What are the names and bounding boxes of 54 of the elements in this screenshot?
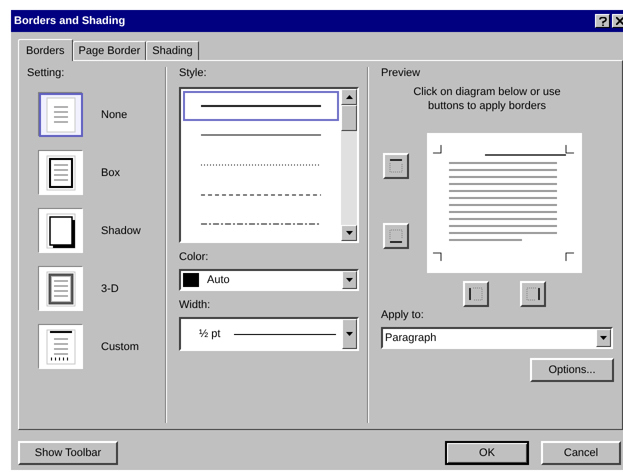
color-label: Color: (179, 251, 210, 265)
setting-label-text: Shadow (101, 225, 141, 237)
up-arrow-icon (346, 95, 352, 99)
bottom-border-button[interactable] (383, 223, 409, 249)
scrollbar[interactable] (341, 89, 357, 241)
right-border-button[interactable] (520, 281, 546, 307)
down-arrow-icon (600, 336, 607, 340)
line-sample-icon (201, 133, 321, 138)
apply-to-label: Apply to: (381, 309, 425, 323)
apply-to-value: Paragraph (384, 332, 438, 344)
ok-button[interactable]: OK (445, 441, 529, 465)
cancel-button[interactable]: Cancel (541, 441, 621, 465)
apply-to-dropdown[interactable]: Paragraph (381, 327, 613, 349)
setting-label-text: Custom (101, 341, 139, 353)
tab[interactable]: Page Border (72, 41, 146, 60)
down-arrow-icon (346, 278, 353, 282)
preview-label: Preview (381, 67, 422, 81)
width-dropdown[interactable]: ½ pt (179, 317, 359, 351)
tab[interactable]: Shading (146, 41, 199, 60)
style-listbox[interactable] (179, 87, 359, 243)
line-sample-icon (201, 162, 321, 167)
setting-label-text: 3-D (101, 283, 119, 295)
window-title: Borders and Shading (14, 15, 126, 27)
setting-label-text: Box (101, 167, 120, 179)
close-button[interactable] (612, 14, 623, 28)
color-value: Auto (206, 274, 231, 286)
scroll-thumb (341, 105, 357, 131)
left-border-button[interactable] (462, 281, 489, 307)
down-arrow-icon (346, 332, 353, 336)
line-sample-icon (201, 104, 321, 108)
down-arrow-icon (346, 231, 352, 235)
close-icon (616, 17, 623, 25)
line-style-option[interactable] (183, 91, 339, 121)
left-border-icon (468, 287, 483, 301)
color-swatch (183, 273, 199, 287)
show-toolbar-button[interactable]: Show Toolbar (18, 441, 118, 465)
line-sample-icon (201, 222, 321, 226)
setting-label-text: None (101, 109, 128, 121)
right-border-icon (526, 287, 540, 301)
width-value: ½ pt (198, 328, 222, 340)
color-dropdown[interactable]: Auto (179, 269, 359, 291)
top-border-button[interactable] (383, 153, 409, 179)
help-icon (598, 16, 606, 26)
style-label: Style: (179, 67, 208, 81)
top-border-icon (389, 159, 403, 173)
width-label: Width: (179, 299, 212, 313)
bottom-border-icon (389, 229, 403, 243)
preview-diagram[interactable] (427, 133, 582, 273)
setting-label: Setting: (27, 67, 66, 81)
preview-instructions: Click on diagram below or use buttons to apply borders (412, 85, 562, 113)
tab[interactable]: Borders (18, 39, 73, 61)
help-button[interactable] (595, 14, 610, 28)
options-button[interactable]: Options... (530, 358, 614, 382)
line-sample-icon (201, 192, 321, 197)
